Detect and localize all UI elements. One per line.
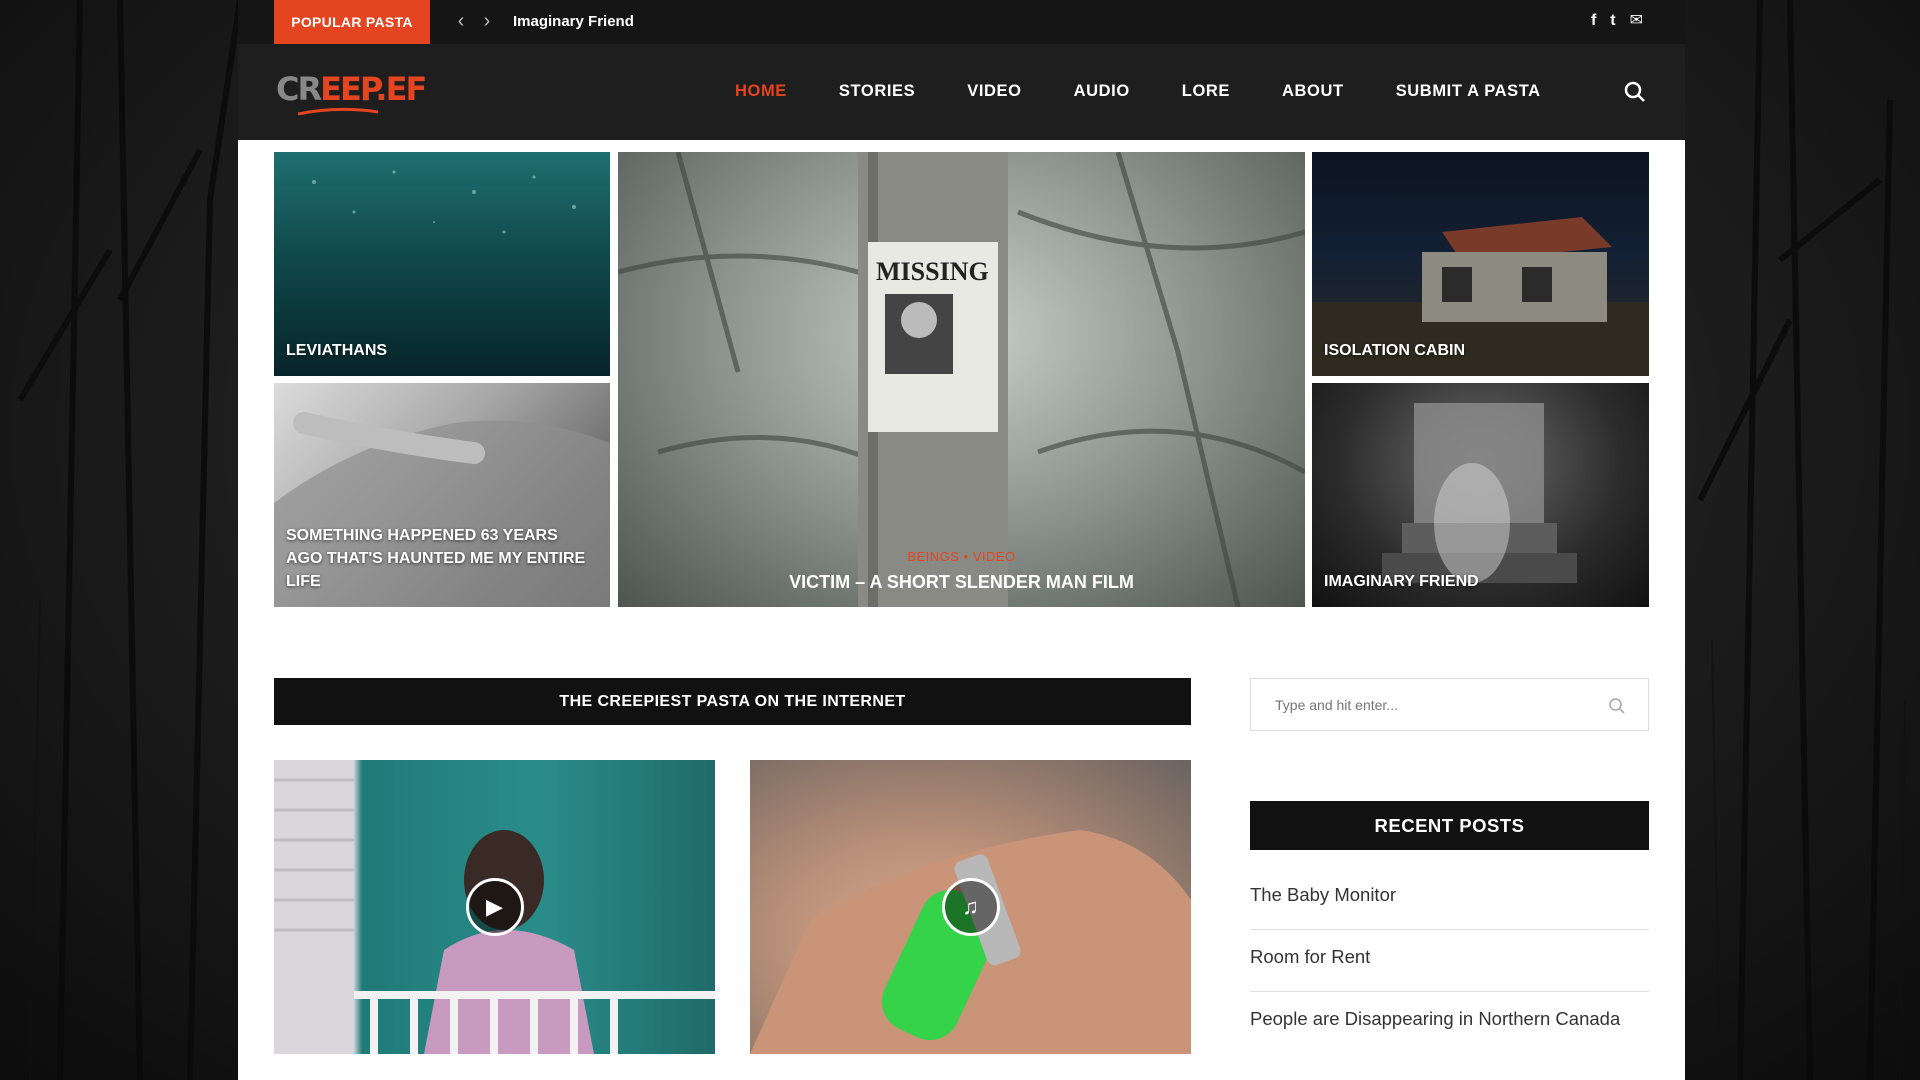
recent-posts-list: The Baby Monitor Room for Rent People ar… <box>1250 868 1649 1053</box>
search-icon[interactable] <box>1608 697 1626 715</box>
site-logo[interactable]: CREEP.EF <box>276 70 427 108</box>
ticker-arrows: ‹ › <box>452 8 496 34</box>
nav-item-home[interactable]: HOME <box>735 82 787 101</box>
poster-text: MISSING <box>876 257 989 286</box>
sidebar-search <box>1250 678 1649 731</box>
top-bar: POPULAR PASTA ‹ › Imaginary Friend f t ✉ <box>238 0 1685 44</box>
hero-tile-isolation-cabin[interactable]: ISOLATION CABIN <box>1312 152 1649 376</box>
recent-post-link[interactable]: Room for Rent <box>1250 930 1649 992</box>
page-container: POPULAR PASTA ‹ › Imaginary Friend f t ✉… <box>238 0 1685 1080</box>
main-navigation: CREEP.EF HOME STORIES VIDEO AUDIO LORE A… <box>238 44 1685 140</box>
tile-title: IMAGINARY FRIEND <box>1324 573 1479 590</box>
nav-item-stories[interactable]: STORIES <box>839 82 915 101</box>
nav-item-video[interactable]: VIDEO <box>967 82 1021 101</box>
social-links: f t ✉ <box>1591 10 1643 32</box>
search-input[interactable] <box>1251 679 1581 730</box>
logo-text-part: EEP <box>320 70 377 108</box>
recent-posts-title: RECENT POSTS <box>1250 801 1649 850</box>
hero-tile-imaginary-friend[interactable]: IMAGINARY FRIEND <box>1312 383 1649 607</box>
chevron-right-icon[interactable]: › <box>478 8 496 34</box>
popular-pasta-badge[interactable]: POPULAR PASTA <box>274 0 430 44</box>
post-card-video[interactable]: ▶ <box>274 760 715 1054</box>
featured-categories[interactable]: BEINGS • VIDEO <box>618 549 1305 564</box>
facebook-icon[interactable]: f <box>1591 10 1596 32</box>
tile-title: SOMETHING HAPPENED 63 YEARS AGO THAT'S H… <box>286 527 586 590</box>
nav-item-lore[interactable]: LORE <box>1182 82 1230 101</box>
nav-item-audio[interactable]: AUDIO <box>1074 82 1130 101</box>
featured-caption: BEINGS • VIDEO VICTIM – A SHORT SLENDER … <box>618 549 1305 593</box>
hero-tile-victim[interactable]: MISSING BEINGS • VIDEO VICTIM – A SHORT … <box>618 152 1305 607</box>
nav-item-about[interactable]: ABOUT <box>1282 82 1344 101</box>
missing-poster-image <box>618 152 1305 607</box>
chevron-left-icon[interactable]: ‹ <box>452 8 470 34</box>
post-card-audio[interactable]: ♫ <box>750 760 1191 1054</box>
featured-title: VICTIM – A SHORT SLENDER MAN FILM <box>789 572 1134 592</box>
recent-post-link[interactable]: The Baby Monitor <box>1250 868 1649 930</box>
tile-title: ISOLATION CABIN <box>1324 342 1466 359</box>
tile-title: LEVIATHANS <box>286 342 388 359</box>
recent-post-link[interactable]: People are Disappearing in Northern Cana… <box>1250 992 1649 1053</box>
logo-text-part: CR <box>276 70 322 108</box>
mail-icon[interactable]: ✉ <box>1630 10 1643 32</box>
twitter-icon[interactable]: t <box>1610 10 1615 32</box>
ticker-title[interactable]: Imaginary Friend <box>513 13 634 30</box>
section-title: THE CREEPIEST PASTA ON THE INTERNET <box>274 678 1191 725</box>
play-icon[interactable]: ▶ <box>465 878 524 936</box>
music-note-icon[interactable]: ♫ <box>941 878 1000 936</box>
logo-swoosh <box>298 107 378 116</box>
hero-tile-something-happened[interactable]: SOMETHING HAPPENED 63 YEARS AGO THAT'S H… <box>274 383 610 607</box>
nav-menu: HOME STORIES VIDEO AUDIO LORE ABOUT SUBM… <box>735 82 1593 101</box>
nav-item-submit[interactable]: SUBMIT A PASTA <box>1396 82 1541 101</box>
search-icon[interactable] <box>1623 80 1647 104</box>
hero-tile-leviathans[interactable]: LEVIATHANS <box>274 152 610 376</box>
logo-text-part: .EF <box>375 70 427 108</box>
